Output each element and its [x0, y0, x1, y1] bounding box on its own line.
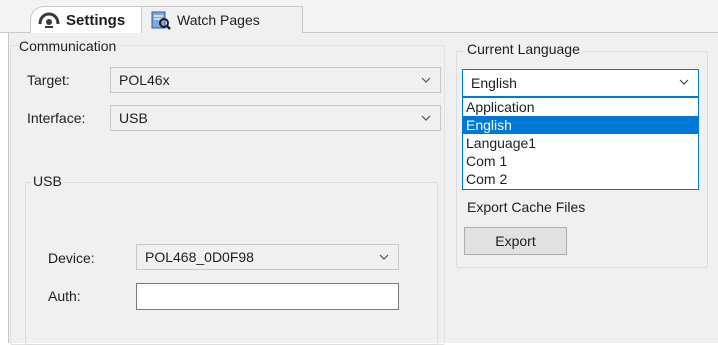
device-value: POL468_0D0F98: [145, 249, 254, 265]
device-label: Device:: [48, 250, 95, 266]
tab-watch-pages-label: Watch Pages: [177, 12, 260, 28]
usb-title: USB: [31, 173, 64, 189]
language-select[interactable]: English: [462, 69, 699, 97]
language-option-language1[interactable]: Language1: [463, 134, 698, 152]
chevron-down-icon: [421, 115, 431, 121]
tab-watch-pages[interactable]: Watch Pages: [141, 6, 303, 33]
current-language-title: Current Language: [465, 41, 582, 57]
interface-value: USB: [119, 110, 148, 126]
language-option-com2[interactable]: Com 2: [463, 170, 698, 188]
chevron-down-icon: [379, 254, 389, 260]
tab-settings[interactable]: Settings: [30, 6, 142, 33]
watch-pages-icon: [151, 11, 171, 30]
communication-title: Communication: [17, 38, 119, 54]
interface-select[interactable]: USB: [110, 105, 441, 131]
language-value: English: [471, 75, 517, 91]
target-select[interactable]: POL46x: [110, 67, 441, 93]
language-option-com1[interactable]: Com 1: [463, 152, 698, 170]
export-button[interactable]: Export: [464, 227, 567, 255]
panel-left-border: [8, 33, 9, 343]
language-option-application[interactable]: Application: [463, 98, 698, 116]
interface-label: Interface:: [27, 110, 86, 126]
target-value: POL46x: [119, 72, 170, 88]
tab-settings-label: Settings: [66, 11, 126, 29]
export-button-label: Export: [495, 233, 536, 249]
export-cache-title: Export Cache Files: [465, 199, 588, 215]
target-label: Target:: [27, 72, 70, 88]
auth-input[interactable]: [136, 283, 399, 310]
language-dropdown-list: Application English Language1 Com 1 Com …: [462, 97, 699, 190]
language-option-english[interactable]: English: [463, 116, 698, 134]
device-select[interactable]: POL468_0D0F98: [136, 244, 399, 270]
chevron-down-icon: [679, 79, 689, 85]
settings-gear-icon: [38, 12, 60, 28]
auth-label: Auth:: [48, 288, 81, 304]
chevron-down-icon: [421, 77, 431, 83]
